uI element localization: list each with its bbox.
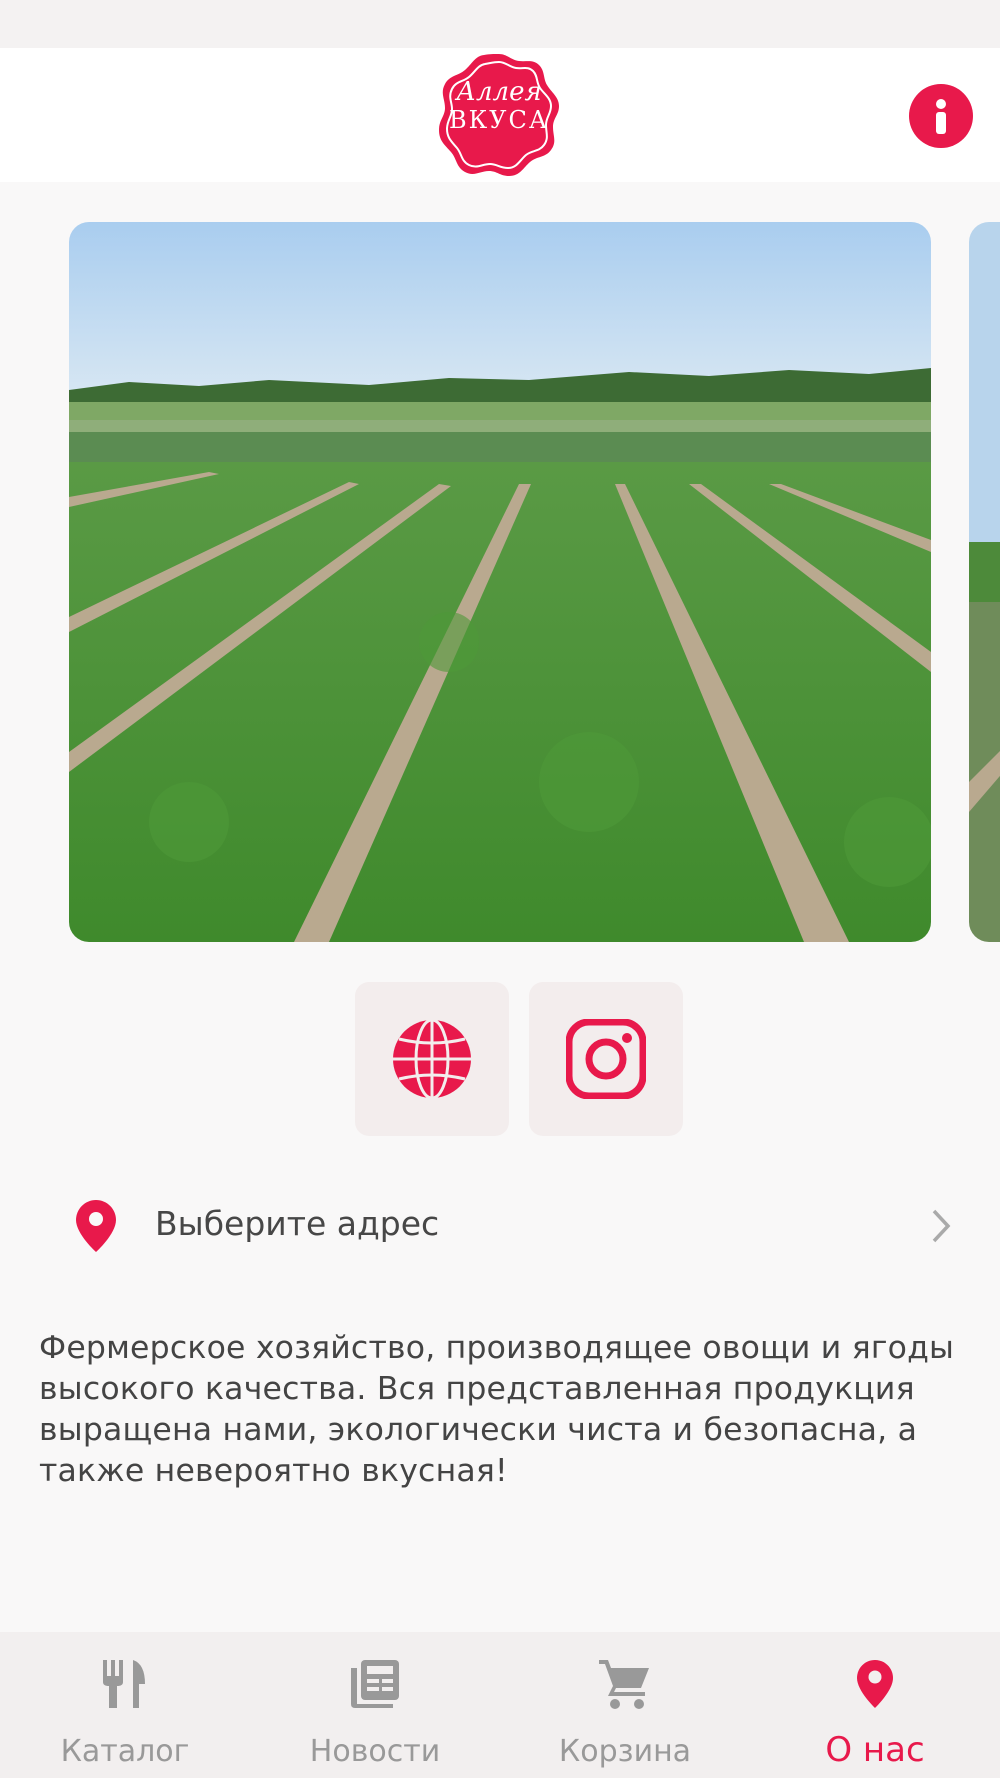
status-bar	[0, 0, 1000, 48]
info-button[interactable]	[909, 84, 973, 148]
map-pin-icon	[76, 1200, 116, 1252]
brand-logo: Аллея ВКУСА	[437, 52, 561, 178]
address-label: Выберите адрес	[155, 1204, 440, 1243]
logo-line2: ВКУСА	[448, 105, 550, 134]
tab-cart[interactable]: Корзина	[500, 1632, 750, 1778]
carousel-slide-next[interactable]	[969, 222, 1000, 942]
tab-news[interactable]: Новости	[250, 1632, 500, 1778]
chevron-right-icon	[932, 1209, 951, 1243]
photo-carousel[interactable]	[0, 222, 1000, 944]
tab-about[interactable]: О нас	[750, 1632, 1000, 1778]
tab-catalog[interactable]: Каталог	[0, 1632, 250, 1778]
globe-icon	[393, 1019, 471, 1099]
bottom-tab-bar: Каталог Новости Корзина О нас	[0, 1632, 1000, 1778]
instagram-button[interactable]	[529, 982, 683, 1136]
cart-icon	[599, 1660, 649, 1709]
info-icon	[936, 99, 946, 134]
tab-news-label: Новости	[309, 1734, 441, 1769]
next-slide-image	[969, 222, 1000, 942]
tab-cart-label: Корзина	[558, 1734, 692, 1769]
logo-line1: Аллея	[456, 77, 542, 107]
address-selector[interactable]: Выберите адрес	[0, 1180, 1000, 1270]
logo-text: Аллея ВКУСА	[437, 78, 561, 133]
instagram-icon	[566, 1019, 646, 1099]
news-icon	[351, 1660, 399, 1708]
company-description: Фермерское хозяйство, производящее овощи…	[39, 1330, 955, 1489]
website-button[interactable]	[355, 982, 509, 1136]
map-pin-icon	[857, 1660, 893, 1708]
farm-field-image	[69, 222, 931, 942]
carousel-slide-farm-field[interactable]	[69, 222, 931, 942]
fork-knife-icon	[103, 1660, 145, 1708]
tab-about-label: О нас	[825, 1730, 925, 1770]
tab-catalog-label: Каталог	[60, 1734, 190, 1769]
